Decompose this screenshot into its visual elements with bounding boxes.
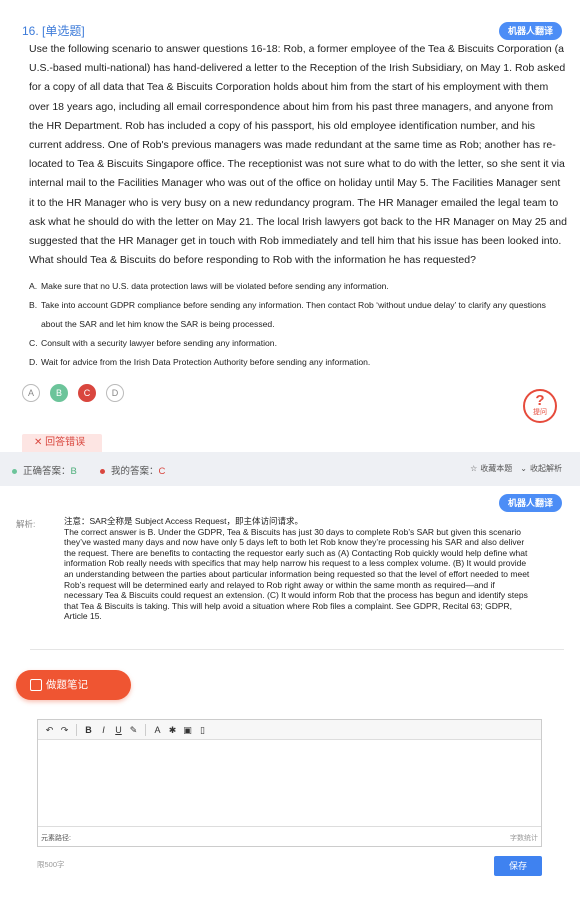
- eraser-icon[interactable]: ✎: [128, 724, 139, 736]
- correct-answer: 正确答案：B: [12, 463, 77, 477]
- option-text: Take into account GDPR compliance before…: [41, 300, 546, 329]
- question-card: 16. [单选题] 机器人翻译 Use the following scenar…: [0, 0, 580, 452]
- save-button[interactable]: 保存: [494, 856, 542, 876]
- option-text: Consult with a security lawyer before se…: [41, 338, 277, 348]
- analysis-text: 注意：SAR全称是 Subject Access Request，即主体访问请求…: [64, 516, 530, 622]
- choice-a[interactable]: A: [22, 384, 40, 402]
- notes-button-label: 做题笔记: [46, 679, 88, 691]
- answer-choices: A B C D: [22, 384, 124, 402]
- analysis-card: 机器人翻译 解析: 注意：SAR全称是 Subject Access Reque…: [0, 486, 580, 901]
- image-icon[interactable]: ▣: [182, 724, 193, 736]
- options-list: A. Make sure that no U.S. data protectio…: [29, 277, 559, 372]
- notes-textarea[interactable]: [38, 740, 541, 826]
- ask-label: 提问: [533, 409, 547, 416]
- font-color-icon[interactable]: A: [152, 724, 163, 736]
- star-icon: ☆: [470, 464, 478, 473]
- collapse-label: 收起解析: [530, 464, 562, 473]
- option-key: A.: [29, 281, 38, 291]
- notes-editor: ↶ ↷ B I U ✎ A ✱ ▣ ▯ 元素路径: 字数统计: [37, 719, 542, 847]
- redo-icon[interactable]: ↷: [59, 724, 70, 736]
- underline-icon[interactable]: U: [113, 724, 124, 736]
- favorite-button[interactable]: ☆ 收藏本题: [470, 463, 512, 474]
- question-stem: Use the following scenario to answer que…: [29, 43, 567, 267]
- option-text: Make sure that no U.S. data protection l…: [41, 281, 389, 291]
- option-key: D.: [29, 357, 38, 367]
- option-b[interactable]: B. Take into account GDPR compliance bef…: [29, 296, 559, 334]
- word-count-label: 字数统计: [510, 835, 538, 842]
- editor-footer: 元素路径: 字数统计: [38, 826, 541, 846]
- my-answer: 我的答案：C: [100, 463, 165, 477]
- notes-button[interactable]: 做题笔记: [16, 670, 131, 700]
- chevron-down-icon: ⌄: [520, 464, 527, 473]
- editor-toolbar: ↶ ↷ B I U ✎ A ✱ ▣ ▯: [38, 720, 541, 740]
- option-c[interactable]: C. Consult with a security lawyer before…: [29, 334, 559, 353]
- favorite-label: 收藏本题: [480, 464, 513, 473]
- toolbar-separator: [145, 723, 146, 736]
- translate-button[interactable]: 机器人翻译: [499, 494, 563, 512]
- char-limit-label: 限500字: [37, 860, 65, 869]
- wrong-dot-icon: [100, 468, 105, 474]
- translate-button[interactable]: 机器人翻译: [499, 22, 563, 40]
- bar-actions: ☆ 收藏本题 ⌄ 收起解析: [470, 463, 562, 474]
- edit-icon: [30, 679, 42, 691]
- choice-c[interactable]: C: [78, 384, 96, 402]
- choice-d[interactable]: D: [106, 384, 124, 402]
- question-number: 16. [单选题]: [22, 24, 85, 38]
- analysis-label: 解析:: [16, 519, 36, 529]
- close-icon: ✕: [34, 437, 43, 448]
- italic-icon[interactable]: I: [98, 724, 109, 736]
- toolbar-separator: [76, 723, 77, 736]
- my-answer-value: C: [158, 466, 166, 477]
- choice-b[interactable]: B: [50, 384, 68, 402]
- my-answer-label: 我的答案：: [111, 466, 159, 477]
- option-key: B.: [29, 300, 38, 310]
- option-text: Wait for advice from the Irish Data Prot…: [41, 357, 371, 367]
- ask-question-button[interactable]: ? 提问: [523, 389, 557, 423]
- file-icon[interactable]: ▯: [197, 724, 208, 736]
- option-key: C.: [29, 338, 38, 348]
- collapse-analysis-button[interactable]: ⌄ 收起解析: [520, 463, 562, 474]
- wrong-answer-tag: ✕ 回答错误: [22, 434, 102, 452]
- answer-bar: 正确答案：B 我的答案：C ☆ 收藏本题 ⌄ 收起解析: [0, 456, 580, 482]
- divider: [30, 649, 564, 650]
- element-path-label: 元素路径:: [41, 835, 71, 842]
- correct-answer-label: 正确答案：: [23, 466, 71, 477]
- highlight-icon[interactable]: ✱: [167, 724, 178, 736]
- correct-answer-value: B: [70, 466, 77, 477]
- correct-dot-icon: [12, 468, 17, 474]
- option-d[interactable]: D. Wait for advice from the Irish Data P…: [29, 353, 559, 372]
- bold-icon[interactable]: B: [83, 724, 94, 736]
- option-a[interactable]: A. Make sure that no U.S. data protectio…: [29, 277, 559, 296]
- wrong-label: 回答错误: [45, 437, 86, 448]
- question-mark-icon: ?: [535, 392, 545, 409]
- undo-icon[interactable]: ↶: [44, 724, 55, 736]
